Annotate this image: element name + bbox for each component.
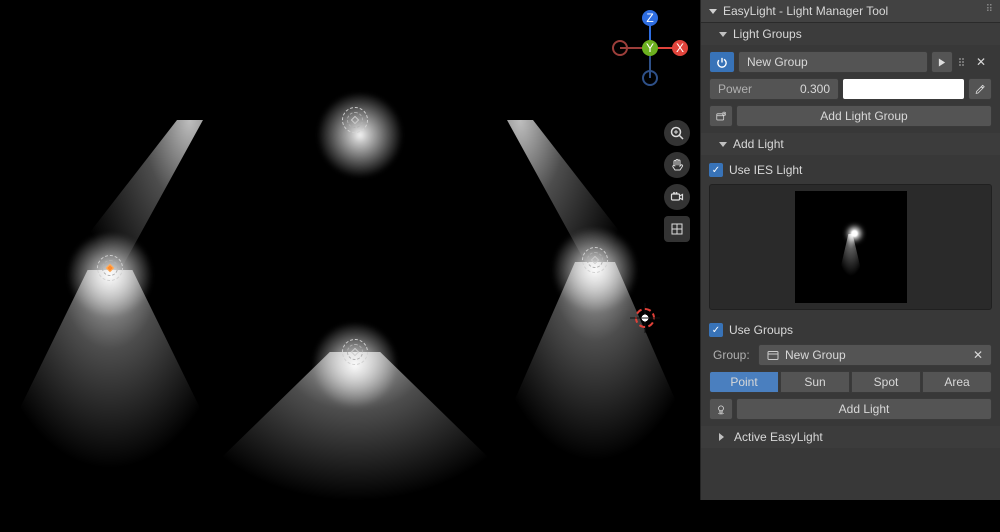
group-field-label: Group: — [709, 348, 755, 362]
color-picker-button[interactable] — [968, 78, 992, 100]
subpanel-title: Light Groups — [733, 27, 802, 41]
properties-panel: EasyLight - Light Manager Tool ⠿ Light G… — [700, 0, 1000, 500]
group-name-input[interactable]: New Group — [738, 51, 928, 73]
light-groups-body: New Group ✕ Power 0.300 Add Light Group — [701, 45, 1000, 133]
power-value-field[interactable]: Power 0.300 — [709, 78, 839, 100]
add-collection-icon — [716, 110, 726, 123]
light-object[interactable] — [582, 247, 608, 273]
disclosure-triangle-icon — [719, 142, 727, 147]
use-ies-checkbox-row[interactable]: Use IES Light — [709, 161, 992, 179]
svg-text:Y: Y — [646, 41, 654, 55]
add-light-group-button[interactable]: Add Light Group — [736, 105, 992, 127]
light-object-active[interactable] — [97, 255, 123, 281]
drag-handle-icon[interactable] — [956, 58, 967, 66]
disclosure-triangle-icon — [719, 32, 727, 37]
add-group-icon-button[interactable] — [709, 105, 733, 127]
svg-text:Z: Z — [646, 11, 653, 25]
add-light-icon-button[interactable] — [709, 398, 733, 420]
eyedropper-icon — [975, 83, 985, 96]
light-object[interactable] — [342, 339, 368, 365]
use-groups-checkbox-row[interactable]: Use Groups — [709, 321, 992, 339]
axis-gizmo[interactable]: X Z Y — [612, 10, 688, 86]
ies-preview[interactable] — [709, 184, 992, 310]
power-toggle-button[interactable] — [709, 51, 735, 73]
panel-title: EasyLight - Light Manager Tool — [723, 4, 888, 18]
subpanel-header-active-easylight[interactable]: Active EasyLight — [701, 426, 1000, 448]
checkbox-checked-icon — [709, 163, 723, 177]
subpanel-title: Add Light — [733, 137, 784, 151]
checkbox-checked-icon — [709, 323, 723, 337]
add-light-button[interactable]: Add Light — [736, 398, 992, 420]
light-beam — [390, 120, 650, 380]
light-object[interactable] — [342, 107, 368, 133]
drag-handle-icon[interactable]: ⠿ — [986, 4, 994, 15]
viewport-tool-stack — [664, 120, 690, 242]
power-value: 0.300 — [800, 82, 830, 96]
light-glow — [305, 80, 415, 190]
remove-group-button[interactable]: ✕ — [970, 51, 992, 73]
use-groups-label: Use Groups — [729, 323, 793, 337]
close-icon[interactable]: ✕ — [973, 348, 983, 362]
grid-icon[interactable] — [664, 216, 690, 242]
disclosure-triangle-icon — [719, 433, 728, 441]
collection-icon — [767, 349, 779, 361]
close-icon: ✕ — [976, 55, 986, 69]
play-button[interactable] — [931, 51, 953, 73]
light-type-segmented: Point Sun Spot Area — [709, 371, 992, 393]
cursor-3d[interactable] — [632, 305, 658, 331]
viewport-3d[interactable]: X Z Y — [0, 0, 700, 500]
camera-icon[interactable] — [664, 184, 690, 210]
zoom-icon[interactable] — [664, 120, 690, 146]
subpanel-header-add-light[interactable]: Add Light — [701, 133, 1000, 155]
light-icon — [716, 403, 726, 416]
light-beam — [145, 352, 565, 532]
use-ies-label: Use IES Light — [729, 163, 802, 177]
ies-preview-image — [795, 191, 907, 303]
light-type-area[interactable]: Area — [922, 371, 992, 393]
light-glow — [300, 310, 410, 420]
disclosure-triangle-icon — [709, 9, 717, 14]
light-beam — [0, 270, 250, 510]
power-icon — [716, 56, 728, 69]
subpanel-header-light-groups[interactable]: Light Groups — [701, 23, 1000, 45]
power-label: Power — [718, 82, 752, 96]
panel-header-easylight[interactable]: EasyLight - Light Manager Tool ⠿ — [701, 0, 1000, 23]
play-icon — [938, 58, 946, 67]
light-type-sun[interactable]: Sun — [780, 371, 850, 393]
light-type-spot[interactable]: Spot — [851, 371, 921, 393]
hand-icon[interactable] — [664, 152, 690, 178]
color-swatch[interactable] — [842, 78, 965, 100]
light-beam — [60, 120, 320, 380]
svg-text:X: X — [676, 41, 684, 55]
light-beam — [470, 262, 720, 502]
group-select[interactable]: New Group ✕ — [758, 344, 992, 366]
subpanel-title: Active EasyLight — [734, 430, 823, 444]
add-light-body: Use IES Light Use Groups Group: New Grou… — [701, 155, 1000, 426]
light-type-point[interactable]: Point — [709, 371, 779, 393]
